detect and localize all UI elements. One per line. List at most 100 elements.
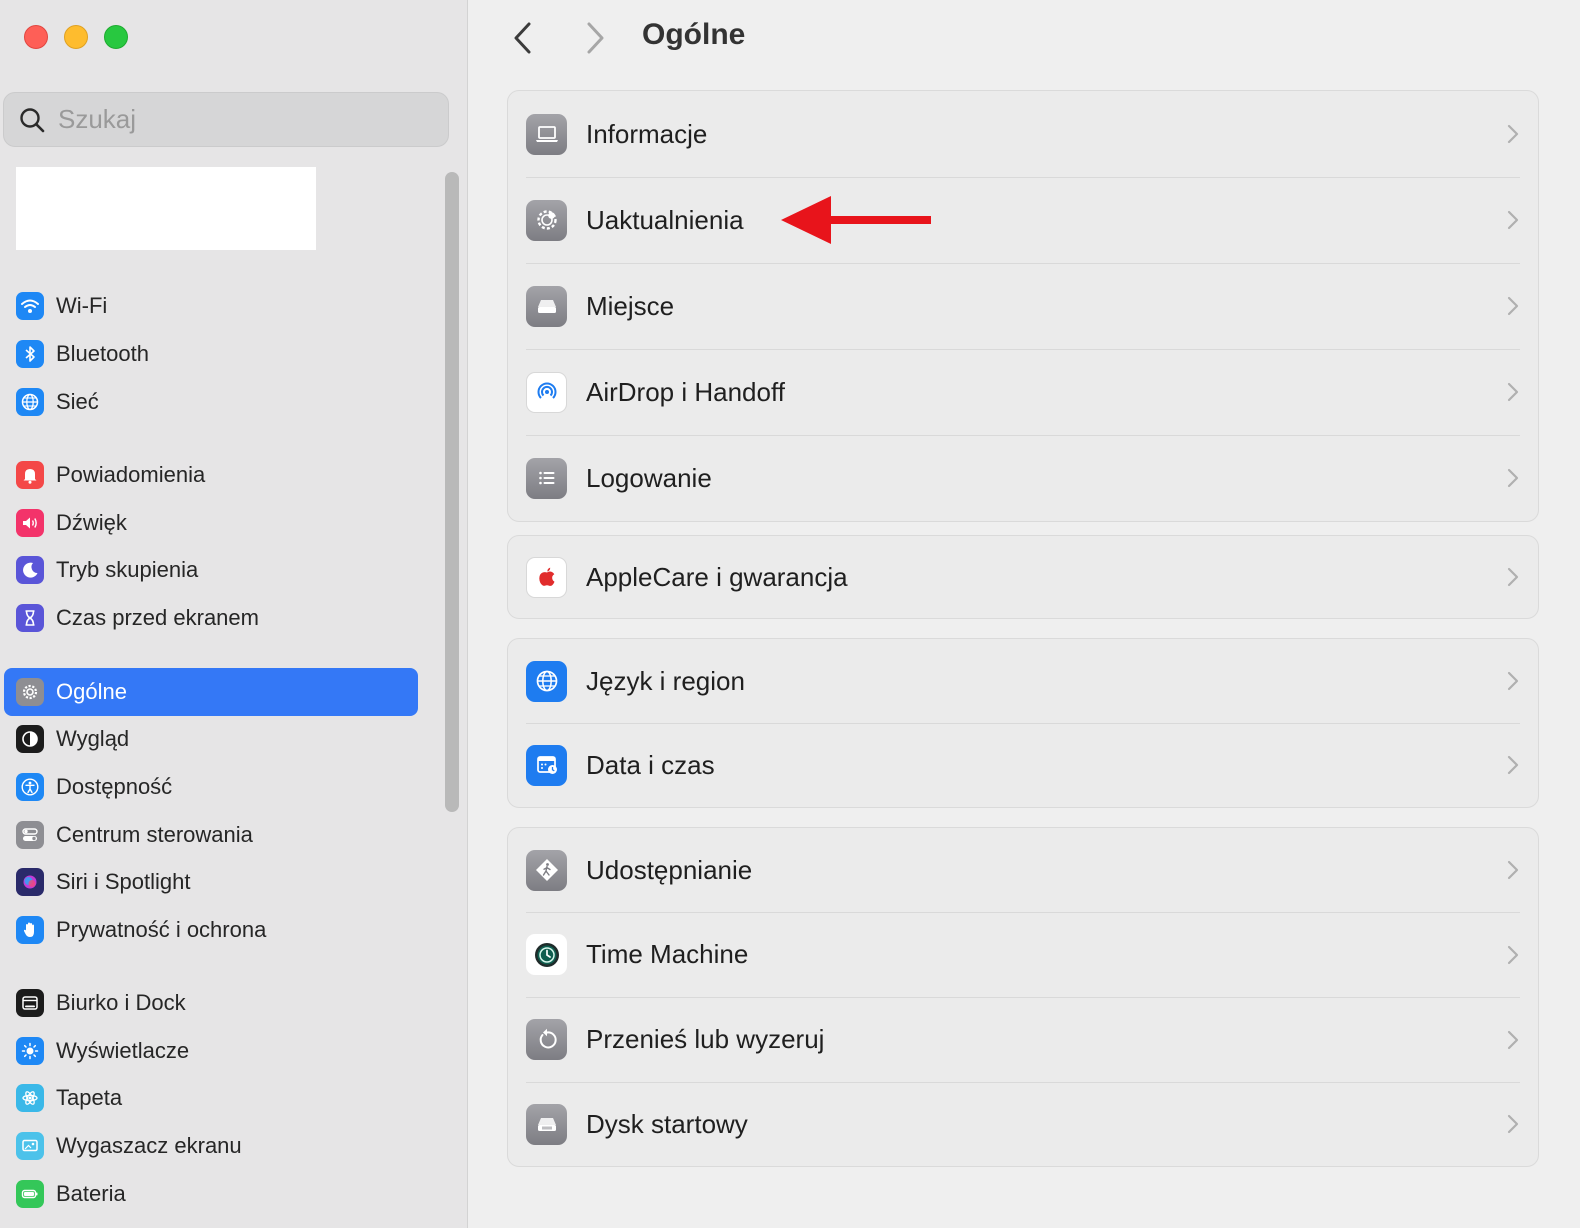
battery-icon bbox=[16, 1180, 44, 1208]
chevron-right-icon bbox=[1506, 123, 1520, 145]
startup-disk-icon bbox=[526, 1103, 567, 1145]
laptop-icon bbox=[526, 113, 567, 155]
siri-icon bbox=[16, 868, 44, 896]
annotation-arrow-icon bbox=[781, 196, 931, 244]
chevron-right-icon bbox=[1506, 1029, 1520, 1051]
row-label: Udostępnianie bbox=[586, 854, 753, 885]
settings-row-time-machine[interactable]: Time Machine bbox=[508, 912, 1538, 997]
sidebar-item-wallpaper[interactable]: Tapeta bbox=[4, 1074, 418, 1122]
moon-icon bbox=[16, 556, 44, 584]
calendar-clock-icon bbox=[526, 744, 567, 786]
settings-group-system: Informacje Uaktualnienia Miejsce AirDrop… bbox=[507, 90, 1539, 522]
row-label: Informacje bbox=[586, 118, 708, 149]
sun-icon bbox=[16, 1037, 44, 1065]
gear-icon bbox=[16, 678, 44, 706]
sidebar-item-label: Dźwięk bbox=[56, 510, 127, 535]
window-controls bbox=[24, 25, 128, 49]
forward-button[interactable] bbox=[575, 18, 615, 58]
search-field[interactable] bbox=[3, 92, 449, 147]
toolbar: Ogólne bbox=[469, 0, 1580, 76]
sidebar-item-accessibility[interactable]: Dostępność bbox=[4, 763, 418, 811]
screensaver-icon bbox=[16, 1132, 44, 1160]
chevron-right-icon bbox=[1506, 859, 1520, 881]
row-label: AirDrop i Handoff bbox=[586, 376, 785, 407]
account-profile[interactable] bbox=[16, 167, 316, 250]
sidebar-item-label: Biurko i Dock bbox=[56, 990, 186, 1015]
row-label: Time Machine bbox=[586, 939, 749, 969]
software-update-gear-icon bbox=[526, 199, 567, 241]
sidebar-scrollbar[interactable] bbox=[445, 172, 461, 812]
hourglass-icon bbox=[16, 604, 44, 632]
sidebar-item-general[interactable]: Ogólne bbox=[4, 668, 418, 716]
sidebar-item-bluetooth[interactable]: Bluetooth bbox=[4, 330, 418, 378]
row-label: Przenieś lub wyzeruj bbox=[586, 1024, 825, 1054]
chevron-right-icon bbox=[1506, 944, 1520, 966]
search-input[interactable] bbox=[58, 104, 418, 135]
sidebar-item-screensaver[interactable]: Wygaszacz ekranu bbox=[4, 1122, 418, 1170]
zoom-window-button[interactable] bbox=[104, 25, 128, 49]
row-label: Miejsce bbox=[586, 290, 675, 321]
sidebar-item-wifi[interactable]: Wi-Fi bbox=[4, 282, 418, 330]
settings-row-storage[interactable]: Miejsce bbox=[508, 263, 1538, 349]
time-machine-icon bbox=[526, 934, 567, 975]
sidebar-item-label: Wyświetlacze bbox=[56, 1038, 190, 1063]
chevron-right-icon bbox=[1506, 670, 1520, 692]
row-label: Data i czas bbox=[586, 749, 715, 780]
settings-row-language-region[interactable]: Język i region bbox=[508, 639, 1538, 723]
page-title: Ogólne bbox=[642, 18, 746, 51]
chevron-right-icon bbox=[1506, 1113, 1520, 1135]
settings-row-startup-disk[interactable]: Dysk startowy bbox=[508, 1082, 1538, 1166]
reset-icon bbox=[526, 1019, 567, 1060]
settings-row-login-items[interactable]: Logowanie bbox=[508, 435, 1538, 521]
settings-row-sharing[interactable]: Udostępnianie bbox=[508, 828, 1538, 912]
main-content: Ogólne Informacje Uaktualnienia Miejsce … bbox=[469, 0, 1580, 1228]
chevron-left-icon bbox=[514, 22, 531, 54]
search-icon bbox=[20, 107, 45, 132]
sidebar-item-screen-time[interactable]: Czas przed ekranem bbox=[4, 594, 418, 642]
bell-icon bbox=[16, 461, 44, 489]
settings-group-maintenance: Udostępnianie Time Machine Przenieś lub … bbox=[507, 827, 1539, 1167]
chevron-right-icon bbox=[1506, 381, 1520, 403]
sidebar-item-label: Wygląd bbox=[56, 726, 130, 751]
sidebar: Wi-Fi Bluetooth Sieć Powiadomienia Dźwię… bbox=[0, 0, 468, 1228]
settings-group-applecare: AppleCare i gwarancja bbox=[507, 535, 1539, 619]
sidebar-item-battery[interactable]: Bateria bbox=[4, 1170, 418, 1218]
sidebar-item-network[interactable]: Sieć bbox=[4, 378, 418, 426]
sidebar-item-notifications[interactable]: Powiadomienia bbox=[4, 451, 418, 499]
toggles-icon bbox=[16, 821, 44, 849]
row-label: AppleCare i gwarancja bbox=[586, 561, 848, 592]
list-icon bbox=[526, 457, 567, 499]
sidebar-item-sound[interactable]: Dźwięk bbox=[4, 499, 418, 547]
minimize-window-button[interactable] bbox=[64, 25, 88, 49]
globe-icon bbox=[526, 660, 567, 702]
back-button[interactable] bbox=[503, 18, 543, 58]
settings-row-date-time[interactable]: Data i czas bbox=[508, 723, 1538, 807]
sidebar-item-label: Bluetooth bbox=[56, 341, 149, 366]
close-window-button[interactable] bbox=[24, 25, 48, 49]
row-label: Logowanie bbox=[586, 462, 712, 493]
apple-logo-icon bbox=[526, 556, 567, 598]
settings-row-airdrop-handoff[interactable]: AirDrop i Handoff bbox=[508, 349, 1538, 435]
sidebar-item-focus[interactable]: Tryb skupienia bbox=[4, 546, 418, 594]
sidebar-item-label: Wi-Fi bbox=[56, 293, 108, 318]
sharing-icon bbox=[526, 849, 567, 891]
sidebar-item-label: Wygaszacz ekranu bbox=[56, 1133, 242, 1158]
settings-row-applecare[interactable]: AppleCare i gwarancja bbox=[508, 536, 1538, 618]
settings-row-software-update[interactable]: Uaktualnienia bbox=[508, 177, 1538, 263]
storage-drive-icon bbox=[526, 285, 567, 327]
accessibility-icon bbox=[16, 773, 44, 801]
airdrop-icon bbox=[526, 371, 567, 413]
sidebar-item-desktop-dock[interactable]: Biurko i Dock bbox=[4, 979, 418, 1027]
chevron-right-icon bbox=[1506, 209, 1520, 231]
scrollbar-thumb[interactable] bbox=[445, 172, 459, 812]
row-label: Dysk startowy bbox=[586, 1108, 748, 1139]
sidebar-item-siri[interactable]: Siri i Spotlight bbox=[4, 858, 418, 906]
sidebar-item-privacy[interactable]: Prywatność i ochrona bbox=[4, 906, 418, 954]
sidebar-item-control-center[interactable]: Centrum sterowania bbox=[4, 811, 418, 859]
settings-row-transfer-reset[interactable]: Przenieś lub wyzeruj bbox=[508, 997, 1538, 1082]
appearance-icon bbox=[16, 725, 44, 753]
settings-row-about[interactable]: Informacje bbox=[508, 91, 1538, 177]
sidebar-item-displays[interactable]: Wyświetlacze bbox=[4, 1027, 418, 1075]
sidebar-item-appearance[interactable]: Wygląd bbox=[4, 715, 418, 763]
sidebar-item-label: Siri i Spotlight bbox=[56, 869, 191, 894]
